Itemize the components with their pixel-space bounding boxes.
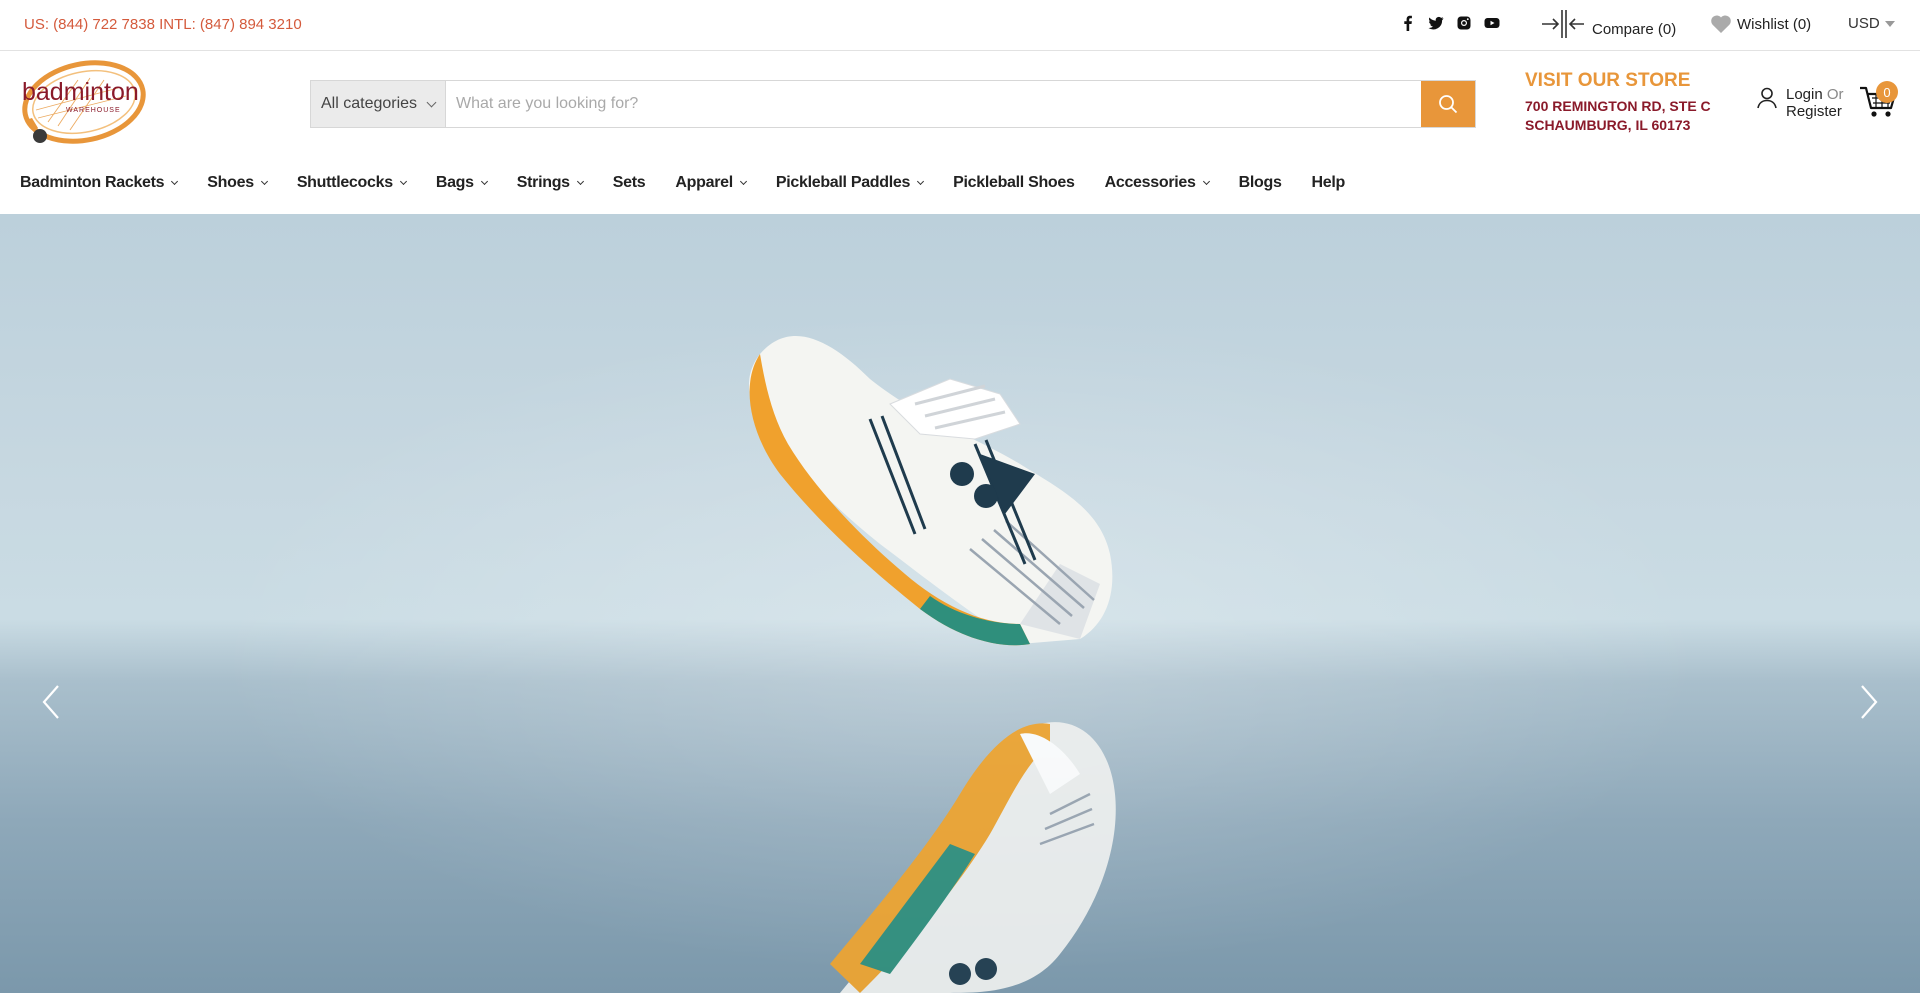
nav-item-label: Strings — [516, 174, 570, 191]
chevron-down-icon — [917, 177, 925, 186]
phone-numbers[interactable]: US: (844) 722 7838 INTL: (847) 894 3210 — [24, 16, 302, 33]
nav-item-label: Shoes — [207, 174, 254, 191]
nav-item-help[interactable]: Help — [1311, 174, 1346, 192]
nav-item-label: Pickleball Paddles — [775, 174, 911, 191]
nav-item-label: Blogs — [1238, 174, 1282, 191]
wishlist-link[interactable]: Wishlist (0) — [1710, 14, 1811, 34]
store-address-line2: SCHAUMBURG, IL 60173 — [1525, 117, 1691, 133]
instagram-icon[interactable] — [1456, 15, 1472, 31]
cart-count-badge: 0 — [1876, 81, 1898, 103]
top-utility-bar: US: (844) 722 7838 INTL: (847) 894 3210 … — [0, 0, 1920, 51]
chevron-down-icon — [576, 177, 584, 186]
hero-slideshow — [0, 214, 1920, 993]
nav-item-label: Help — [1311, 174, 1346, 191]
chevron-down-icon — [260, 177, 268, 186]
search-input[interactable] — [446, 81, 1421, 127]
nav-item-badminton-rackets[interactable]: Badminton Rackets — [20, 174, 179, 192]
social-links — [1400, 15, 1500, 31]
wishlist-label: Wishlist (0) — [1737, 15, 1812, 33]
currency-selector[interactable]: USD — [1848, 15, 1895, 32]
nav-item-label: Shuttlecocks — [296, 174, 393, 191]
search-bar: All categories — [310, 80, 1476, 128]
youtube-icon[interactable] — [1484, 15, 1500, 31]
chevron-down-icon — [426, 97, 437, 107]
store-address-line1: 700 REMINGTON RD, STE C — [1525, 98, 1711, 114]
heart-icon — [1711, 15, 1731, 33]
hero-shoe-image — [748, 335, 1116, 993]
search-icon — [1439, 95, 1458, 114]
register-link[interactable]: Register — [1786, 103, 1844, 120]
carousel-next-arrow[interactable] — [1854, 682, 1884, 722]
nav-item-shuttlecocks[interactable]: Shuttlecocks — [296, 174, 407, 192]
currency-value: USD — [1848, 15, 1880, 32]
login-link[interactable]: Login — [1786, 86, 1823, 103]
facebook-icon[interactable] — [1400, 15, 1416, 31]
chevron-down-icon — [1202, 177, 1210, 186]
search-button[interactable] — [1421, 81, 1475, 127]
account-text: Login Or Register — [1786, 86, 1844, 120]
nav-item-bags[interactable]: Bags — [435, 174, 488, 192]
logo-text: badminton — [22, 78, 139, 106]
search-category-select[interactable]: All categories — [311, 81, 446, 127]
search-category-value: All categories — [321, 95, 418, 112]
chevron-down-icon — [1884, 20, 1895, 27]
chevron-down-icon — [480, 177, 488, 186]
nav-item-label: Pickleball Shoes — [953, 174, 1075, 191]
site-logo[interactable]: badminton WAREHOUSE — [18, 60, 148, 148]
nav-item-label: Bags — [435, 174, 474, 191]
logo-subtext: WAREHOUSE — [66, 107, 121, 114]
twitter-icon[interactable] — [1428, 15, 1444, 31]
store-info[interactable]: VISIT OUR STORE 700 REMINGTON RD, STE C … — [1525, 70, 1711, 135]
or-label: Or — [1826, 86, 1844, 103]
chevron-down-icon — [739, 177, 747, 186]
nav-item-pickleball-paddles[interactable]: Pickleball Paddles — [775, 174, 925, 192]
carousel-prev-arrow[interactable] — [36, 682, 66, 722]
nav-item-sets[interactable]: Sets — [613, 174, 646, 192]
compare-icon — [1542, 10, 1584, 38]
main-nav: Badminton Rackets Shoes Shuttlecocks Bag… — [20, 174, 1375, 192]
chevron-down-icon — [171, 177, 179, 186]
nav-item-pickleball-shoes[interactable]: Pickleball Shoes — [953, 174, 1075, 192]
account-links: Login Or Register — [1756, 86, 1844, 120]
store-address: 700 REMINGTON RD, STE C SCHAUMBURG, IL 6… — [1525, 97, 1711, 135]
nav-item-label: Sets — [612, 174, 646, 191]
nav-item-accessories[interactable]: Accessories — [1104, 174, 1210, 192]
user-icon[interactable] — [1756, 86, 1778, 110]
nav-item-apparel[interactable]: Apparel — [675, 174, 747, 192]
nav-item-label: Badminton Rackets — [20, 174, 165, 191]
chevron-down-icon — [399, 177, 407, 186]
compare-label: Compare (0) — [1592, 21, 1677, 38]
nav-item-strings[interactable]: Strings — [516, 174, 584, 192]
nav-item-label: Apparel — [675, 174, 733, 191]
nav-item-shoes[interactable]: Shoes — [207, 174, 268, 192]
nav-item-blogs[interactable]: Blogs — [1239, 174, 1282, 192]
compare-link[interactable]: Compare (0) — [1540, 8, 1676, 40]
store-title: VISIT OUR STORE — [1525, 70, 1691, 91]
nav-item-label: Accessories — [1104, 174, 1196, 191]
